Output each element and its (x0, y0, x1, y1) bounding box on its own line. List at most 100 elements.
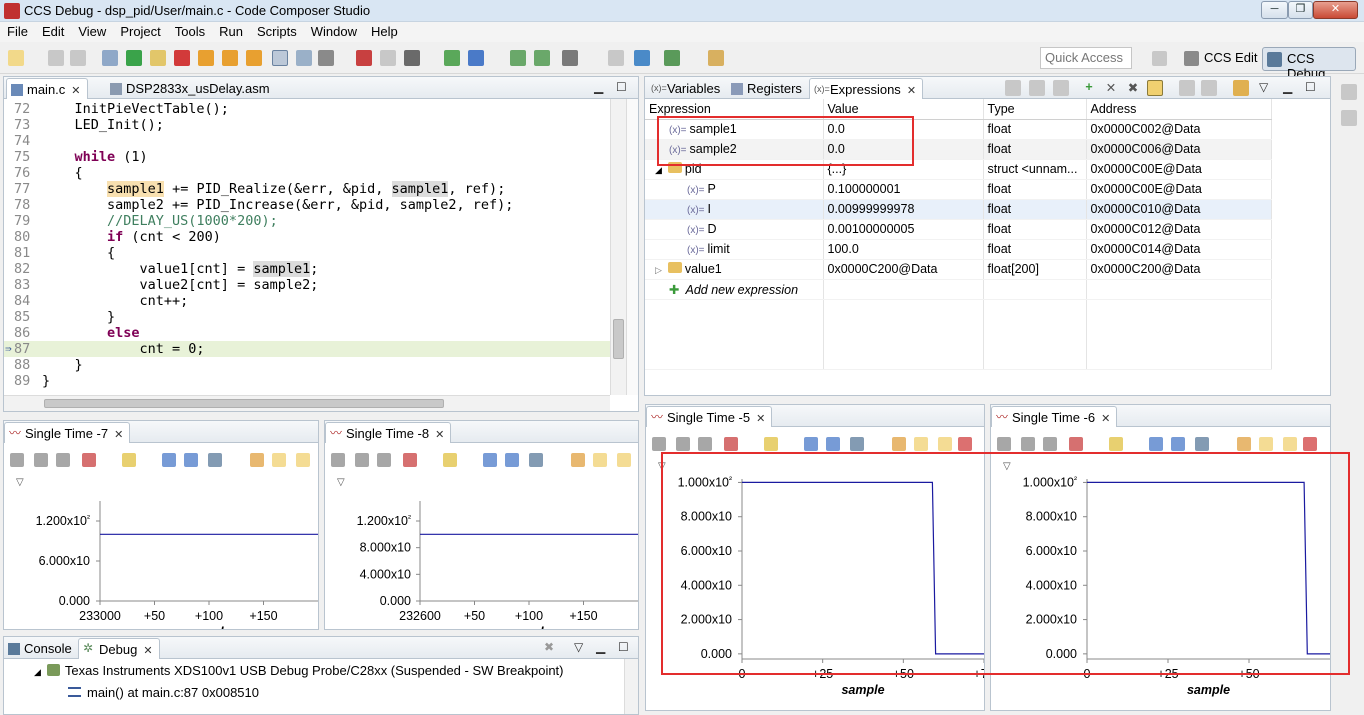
graph-8[interactable]: ▽ 1.200x10² 8.000x10 4.000x10 0.000232600 +50… (325, 443, 638, 629)
code-line[interactable]: value1[cnt] = sample1; (42, 261, 318, 277)
marker-icon[interactable] (82, 453, 96, 467)
debug-icon[interactable] (468, 50, 484, 66)
debug-vscroll[interactable] (624, 659, 638, 714)
code-line[interactable]: InitPieVectTable(); (42, 101, 229, 117)
measure-icon[interactable] (652, 437, 666, 451)
build-icon[interactable] (562, 50, 578, 66)
zoom-in-icon[interactable] (1149, 437, 1163, 451)
step-over-icon[interactable] (222, 50, 238, 66)
code-editor[interactable]: 72 InitPieVectTable(); 73 LED_Init(); 74 75… (4, 99, 616, 397)
zoom-fit-icon[interactable] (529, 453, 543, 467)
minimize-view-icon[interactable]: ▁ (594, 80, 603, 94)
zoom-out-icon[interactable] (826, 437, 840, 451)
instruction-step-icon[interactable] (272, 50, 288, 66)
column-type[interactable]: Type (983, 99, 1087, 120)
auto-scale-icon[interactable] (1283, 437, 1297, 451)
select-all-icon[interactable] (1053, 80, 1069, 96)
reset-graph-icon[interactable] (958, 437, 972, 451)
minimize-view-icon[interactable]: ▁ (1283, 80, 1292, 94)
hscroll-thumb[interactable] (44, 399, 444, 408)
tab-single-time-7[interactable]: 〰 Single Time -7 ✕ (4, 422, 131, 443)
reset-graph-icon[interactable] (1303, 437, 1317, 451)
table-row[interactable]: (x)= P 0.100000001 float 0x0000C00E@Data (645, 179, 1272, 200)
terminate-icon[interactable] (174, 50, 190, 66)
expand-arrow-icon[interactable]: ▷ (655, 265, 662, 275)
remove-terminated-icon[interactable]: ✖ (544, 640, 554, 654)
measure-icon[interactable] (10, 453, 24, 467)
continuous-refresh-icon[interactable] (914, 437, 928, 451)
refresh-icon[interactable] (1233, 80, 1249, 96)
tab-variables[interactable]: (x)= Variables (647, 78, 726, 99)
menu-run[interactable]: Run (212, 22, 250, 39)
snap-icon[interactable] (34, 453, 48, 467)
tab-single-time-6[interactable]: 〰 Single Time -6 ✕ (991, 406, 1118, 427)
save-icon[interactable] (48, 50, 64, 66)
menu-view[interactable]: View (71, 22, 113, 39)
menu-window[interactable]: Window (304, 22, 364, 39)
restart-icon[interactable] (534, 50, 550, 66)
table-row[interactable]: (x)= D 0.00100000005 float 0x0000C012@Data (645, 219, 1272, 240)
code-line[interactable]: sample2 += PID_Increase(&err, &pid, samp… (42, 197, 513, 213)
remove-expression-icon[interactable]: ✕ (1103, 80, 1119, 96)
code-line[interactable]: value2[cnt] = sample2; (42, 277, 319, 293)
marker-icon[interactable] (403, 453, 417, 467)
editor-hscroll[interactable] (4, 395, 610, 411)
zoom-in-icon[interactable] (162, 453, 176, 467)
run-icon[interactable] (444, 50, 460, 66)
cursor-icon[interactable] (1043, 437, 1057, 451)
code-line[interactable]: //DELAY_US(1000*200); (42, 213, 278, 229)
close-tab-icon[interactable]: ✕ (756, 413, 765, 425)
code-line[interactable]: cnt++; (42, 293, 189, 309)
column-address[interactable]: Address (1086, 99, 1272, 120)
auto-scale-icon[interactable] (617, 453, 631, 467)
menu-project[interactable]: Project (113, 22, 167, 39)
refresh-icon[interactable] (250, 453, 264, 467)
continuous-refresh-icon[interactable] (1147, 80, 1163, 96)
close-tab-icon[interactable]: ✕ (71, 85, 80, 97)
add-expression-icon[interactable]: + (1081, 80, 1097, 96)
zoom-in-icon[interactable] (483, 453, 497, 467)
zoom-out-icon[interactable] (1171, 437, 1185, 451)
zoom-fit-icon[interactable] (1195, 437, 1209, 451)
close-tab-icon[interactable]: ✕ (907, 85, 916, 97)
step-return-icon[interactable] (246, 50, 262, 66)
refresh-icon[interactable] (892, 437, 906, 451)
collapse-arrow-icon[interactable]: ◢ (34, 667, 41, 677)
code-line[interactable]: } (42, 309, 115, 325)
zoom-fit-icon[interactable] (208, 453, 222, 467)
code-line[interactable]: } (42, 357, 83, 373)
minimize-view-icon[interactable]: ▁ (596, 640, 605, 654)
view-menu-icon[interactable]: ▽ (574, 640, 583, 654)
debug-target-item[interactable]: ◢ Texas Instruments XDS100v1 USB Debug Pr… (34, 663, 564, 678)
show-console-icon[interactable] (608, 50, 624, 66)
code-line[interactable]: if (cnt < 200) (42, 229, 221, 245)
code-line[interactable]: { (42, 165, 83, 181)
close-window-button[interactable]: ✕ (1313, 1, 1358, 19)
continuous-refresh-icon[interactable] (593, 453, 607, 467)
load-program-icon[interactable] (318, 50, 334, 66)
add-trace-icon[interactable] (764, 437, 778, 451)
stack-frame-item[interactable]: main() at main.c:87 0x008510 (68, 685, 259, 700)
collapse-arrow-icon[interactable]: ◢ (655, 165, 662, 175)
continuous-refresh-icon[interactable] (272, 453, 286, 467)
snap-icon[interactable] (676, 437, 690, 451)
menu-scripts[interactable]: Scripts (250, 22, 304, 39)
code-line[interactable]: LED_Init(); (42, 117, 164, 133)
menu-tools[interactable]: Tools (168, 22, 212, 39)
menu-edit[interactable]: Edit (35, 22, 71, 39)
step-into-icon[interactable] (198, 50, 214, 66)
graph-7[interactable]: ▽ 1.200x10² 6.000x10 0.000233000 +50 +100 +150… (4, 443, 318, 629)
minimize-button[interactable]: ─ (1261, 1, 1288, 19)
outline-icon[interactable] (1341, 110, 1357, 126)
close-tab-icon[interactable]: ✕ (114, 429, 123, 441)
code-line[interactable]: { (42, 245, 115, 261)
zoom-fit-icon[interactable] (850, 437, 864, 451)
refresh-icon[interactable] (1237, 437, 1251, 451)
tab-single-time-5[interactable]: 〰 Single Time -5 ✕ (646, 406, 773, 427)
continuous-refresh-icon[interactable] (1259, 437, 1273, 451)
marker-icon[interactable] (724, 437, 738, 451)
code-line[interactable]: cnt = 0; (42, 341, 205, 357)
maximize-button[interactable]: ❐ (1288, 1, 1313, 19)
restore-icon[interactable] (1341, 84, 1357, 100)
skip-breakpoints-icon[interactable] (380, 50, 396, 66)
